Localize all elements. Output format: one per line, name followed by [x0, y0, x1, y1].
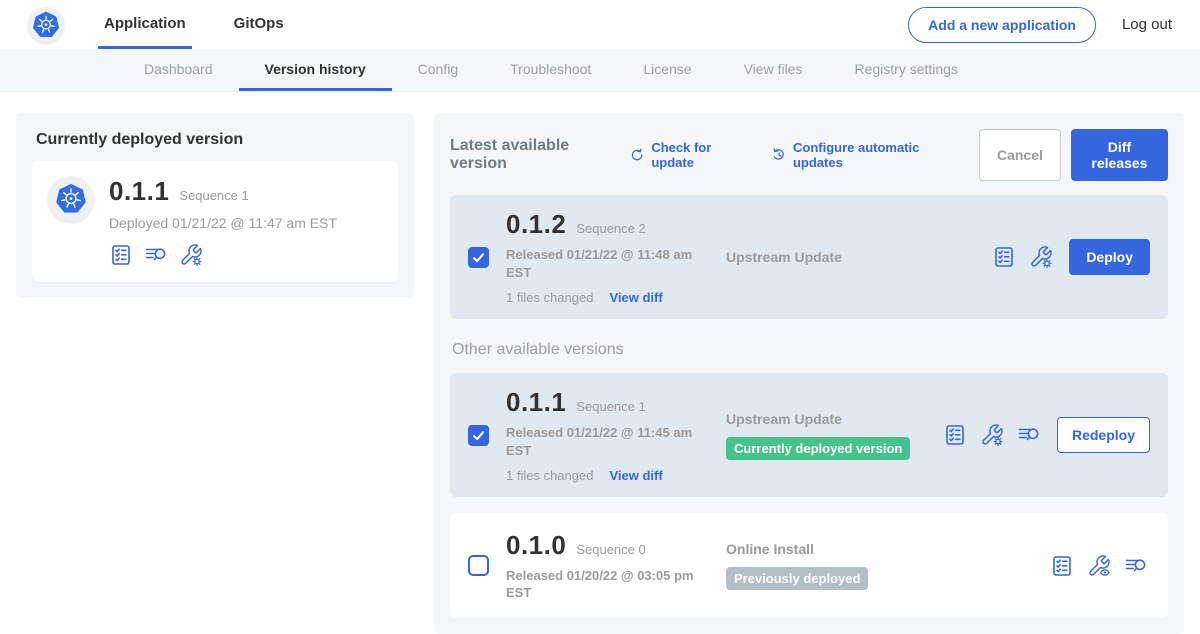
- logs-magnifier-icon[interactable]: [1124, 554, 1148, 578]
- latest-available-header: Latest available version Check for updat…: [450, 129, 1168, 181]
- deployed-version-number: 0.1.1: [109, 176, 169, 207]
- view-diff-link[interactable]: View diff: [609, 290, 662, 305]
- version-row-0-1-0: 0.1.0 Sequence 0 Released 01/20/22 @ 03:…: [450, 513, 1168, 618]
- app-logo: [48, 176, 94, 222]
- check-for-update-link[interactable]: Check for update: [629, 140, 747, 170]
- sequence-label: Sequence 1: [576, 399, 645, 414]
- wrench-gear-icon[interactable]: [179, 243, 203, 267]
- kubernetes-app-icon: [54, 182, 88, 216]
- add-new-application-button[interactable]: Add a new application: [908, 7, 1096, 43]
- wrench-gear-icon[interactable]: [980, 423, 1004, 447]
- tab-license[interactable]: License: [617, 49, 717, 91]
- files-changed-label: 1 files changed: [506, 290, 593, 305]
- version-source-label: Online Install: [726, 541, 1050, 557]
- checkmark-icon: [470, 249, 487, 266]
- wrench-eye-icon[interactable]: [1087, 554, 1111, 578]
- view-diff-link[interactable]: View diff: [609, 468, 662, 483]
- logs-magnifier-icon[interactable]: [1017, 423, 1041, 447]
- kubernetes-logo-icon: [31, 10, 61, 40]
- clock-refresh-icon: [771, 146, 787, 164]
- currently-deployed-panel: Currently deployed version 0.1.1 Sequenc…: [16, 113, 414, 298]
- logs-magnifier-icon[interactable]: [144, 243, 168, 267]
- check-for-update-label: Check for update: [651, 140, 746, 170]
- released-timestamp: Released 01/20/22 @ 03:05 pm EST: [506, 567, 704, 602]
- tab-version-history[interactable]: Version history: [239, 49, 392, 91]
- deployed-sequence-label: Sequence 1: [179, 188, 248, 203]
- configure-automatic-updates-label: Configure automatic updates: [793, 140, 955, 170]
- topnav-item-gitops[interactable]: GitOps: [228, 0, 290, 49]
- kubernetes-logo: [28, 7, 64, 43]
- tab-troubleshoot[interactable]: Troubleshoot: [484, 49, 617, 91]
- available-versions-panel: Latest available version Check for updat…: [434, 113, 1184, 634]
- version-source-label: Upstream Update: [726, 411, 943, 427]
- latest-available-title: Latest available version: [450, 137, 613, 173]
- topnav-item-application-label: Application: [104, 15, 186, 32]
- previously-deployed-badge: Previously deployed: [726, 567, 868, 590]
- released-timestamp: Released 01/21/22 @ 11:48 am EST: [506, 246, 704, 281]
- tab-view-files[interactable]: View files: [718, 49, 829, 91]
- checklist-icon[interactable]: [992, 245, 1016, 269]
- version-checkbox-0-1-1[interactable]: [468, 425, 489, 446]
- sequence-label: Sequence 0: [576, 542, 645, 557]
- version-row-0-1-1: 0.1.1 Sequence 1 Released 01/21/22 @ 11:…: [450, 373, 1168, 497]
- tab-registry-settings[interactable]: Registry settings: [828, 49, 983, 91]
- tab-config[interactable]: Config: [392, 49, 484, 91]
- currently-deployed-card: 0.1.1 Sequence 1 Deployed 01/21/22 @ 11:…: [32, 161, 398, 282]
- diff-releases-button[interactable]: Diff releases: [1071, 129, 1168, 181]
- redeploy-button[interactable]: Redeploy: [1057, 417, 1150, 453]
- currently-deployed-badge: Currently deployed version: [726, 437, 910, 460]
- checklist-icon[interactable]: [1050, 554, 1074, 578]
- version-row-0-1-2: 0.1.2 Sequence 2 Released 01/21/22 @ 11:…: [450, 195, 1168, 319]
- refresh-icon: [629, 146, 645, 164]
- topnav-item-application[interactable]: Application: [98, 0, 192, 49]
- version-number: 0.1.1: [506, 387, 566, 418]
- version-source-label: Upstream Update: [726, 249, 992, 265]
- wrench-gear-icon[interactable]: [1029, 245, 1053, 269]
- checkmark-icon: [470, 427, 487, 444]
- configure-automatic-updates-link[interactable]: Configure automatic updates: [771, 140, 955, 170]
- topnav-item-gitops-label: GitOps: [234, 15, 284, 32]
- version-checkbox-0-1-0[interactable]: [468, 555, 489, 576]
- logout-link[interactable]: Log out: [1122, 16, 1172, 33]
- cancel-button[interactable]: Cancel: [979, 129, 1061, 181]
- deployed-timestamp: Deployed 01/21/22 @ 11:47 am EST: [109, 215, 337, 231]
- version-number: 0.1.2: [506, 209, 566, 240]
- top-navigation: Application GitOps Add a new application…: [0, 0, 1200, 49]
- version-checkbox-0-1-2[interactable]: [468, 247, 489, 268]
- tab-dashboard[interactable]: Dashboard: [118, 49, 239, 91]
- main-content: Currently deployed version 0.1.1 Sequenc…: [0, 92, 1200, 634]
- version-number: 0.1.0: [506, 530, 566, 561]
- other-versions-title: Other available versions: [452, 341, 1168, 359]
- app-tab-bar: Dashboard Version history Config Trouble…: [0, 49, 1200, 92]
- checklist-icon[interactable]: [943, 423, 967, 447]
- files-changed-label: 1 files changed: [506, 468, 593, 483]
- sequence-label: Sequence 2: [576, 221, 645, 236]
- deploy-button[interactable]: Deploy: [1069, 239, 1150, 275]
- checklist-icon[interactable]: [109, 243, 133, 267]
- currently-deployed-title: Currently deployed version: [36, 131, 398, 149]
- released-timestamp: Released 01/21/22 @ 11:45 am EST: [506, 424, 704, 459]
